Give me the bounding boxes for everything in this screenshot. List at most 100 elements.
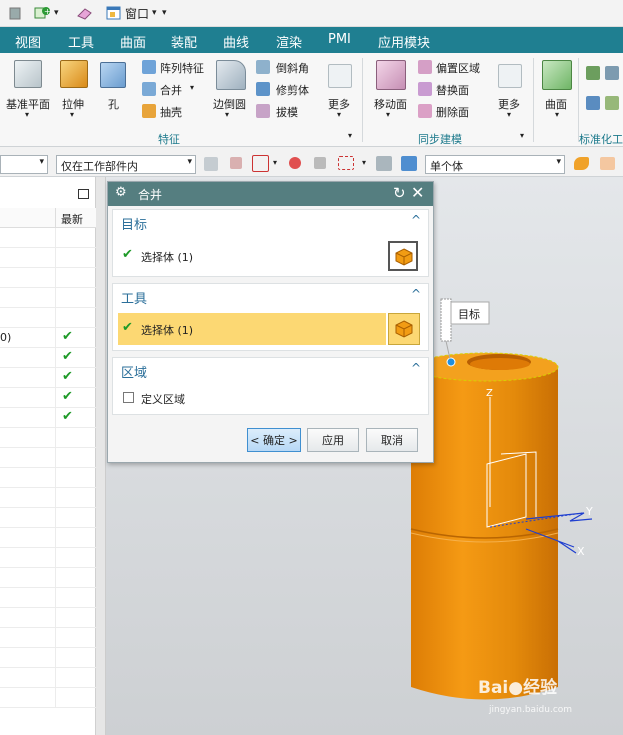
surface-icon[interactable]: [542, 60, 572, 90]
ok-button[interactable]: < 确定 >: [247, 428, 301, 452]
intersection-icon[interactable]: [289, 157, 301, 169]
table-row[interactable]: [0, 448, 96, 468]
reset-icon[interactable]: ↻: [393, 184, 406, 202]
std-tool-1-icon[interactable]: [586, 66, 600, 80]
table-row[interactable]: [0, 488, 96, 508]
tool-select-row[interactable]: ✔ 选择体 (1): [118, 313, 386, 345]
table-row[interactable]: [0, 288, 96, 308]
table-row[interactable]: [0, 568, 96, 588]
close-icon[interactable]: ✕: [411, 183, 424, 202]
table-row[interactable]: [0, 628, 96, 648]
menu-view[interactable]: 视图: [15, 32, 41, 51]
table-row[interactable]: [0, 548, 96, 568]
more-features-icon[interactable]: [328, 64, 352, 88]
edge-blend-button[interactable]: 边倒圆: [213, 96, 246, 112]
table-row[interactable]: [0, 508, 96, 528]
more-sync-icon[interactable]: [498, 64, 522, 88]
apply-button[interactable]: 应用: [307, 428, 359, 452]
table-row[interactable]: [0, 648, 96, 668]
table-row[interactable]: [0, 268, 96, 288]
table-row[interactable]: [0, 468, 96, 488]
table-row[interactable]: ✔: [0, 348, 96, 368]
hole-button[interactable]: 孔: [108, 96, 119, 112]
target-select-body[interactable]: 选择体 (1): [141, 249, 193, 265]
tool-section-header[interactable]: 工具: [121, 288, 147, 307]
table-row[interactable]: [0, 308, 96, 328]
trim-body-button[interactable]: 修剪体: [276, 82, 309, 98]
cancel-button[interactable]: 取消: [366, 428, 418, 452]
collapse-tool-icon[interactable]: ^: [411, 287, 421, 301]
table-row[interactable]: [0, 228, 96, 248]
collapse-region-icon[interactable]: ^: [411, 361, 421, 375]
maximize-icon[interactable]: [78, 189, 89, 199]
define-region-checkbox[interactable]: [123, 392, 134, 403]
add-component-icon[interactable]: + ▾: [34, 5, 59, 21]
replace-face-button[interactable]: 替换面: [436, 82, 469, 98]
table-row[interactable]: ✔: [0, 388, 96, 408]
menu-pmi[interactable]: PMI: [328, 32, 351, 47]
body-filter-combo[interactable]: 单个体 ▾: [425, 155, 565, 174]
draft-button[interactable]: 拔模: [276, 104, 298, 120]
pattern-feature-button[interactable]: 阵列特征: [160, 60, 204, 76]
std-tool-4-icon[interactable]: [605, 96, 619, 110]
edge-blend-icon[interactable]: [216, 60, 246, 90]
table-row[interactable]: [0, 588, 96, 608]
table-row[interactable]: ✔: [0, 368, 96, 388]
arrow-select-icon[interactable]: [600, 157, 615, 170]
menu-surface[interactable]: 曲面: [120, 32, 146, 51]
menu-tools[interactable]: 工具: [68, 32, 94, 51]
window-menu[interactable]: 窗口 ▾: [106, 5, 157, 21]
menu-curve[interactable]: 曲线: [223, 32, 249, 51]
table-row[interactable]: [0, 428, 96, 448]
rectangle-select-icon[interactable]: [338, 156, 354, 170]
trim-body-icon: [256, 82, 270, 96]
scope-filter-combo[interactable]: 仅在工作部件内 ▾: [56, 155, 196, 174]
unite-button[interactable]: 合并: [160, 82, 182, 98]
resize-strip[interactable]: [96, 177, 106, 735]
move-face-button[interactable]: 移动面: [374, 96, 407, 112]
table-row[interactable]: [0, 608, 96, 628]
target-select-button[interactable]: [388, 241, 418, 271]
offset-region-button[interactable]: 偏置区域: [436, 60, 480, 76]
extrude-icon[interactable]: [60, 60, 88, 88]
eraser-select-icon[interactable]: [376, 156, 392, 171]
watermark-site: jingyan.baidu.com: [489, 705, 573, 715]
point-icon[interactable]: [230, 157, 242, 169]
table-row[interactable]: [0, 668, 96, 688]
ribbon: [0, 53, 623, 147]
lasso-icon[interactable]: [314, 157, 326, 169]
column-latest[interactable]: 最新: [61, 211, 83, 227]
gear-icon[interactable]: ⚙: [115, 185, 127, 200]
snap-icon[interactable]: [204, 157, 218, 171]
target-tag: 目标: [458, 307, 480, 321]
type-filter-combo[interactable]: ▾: [0, 155, 48, 174]
customize-dropdown[interactable]: ▾: [162, 5, 167, 21]
hole-icon[interactable]: [100, 62, 126, 88]
table-row[interactable]: ✔: [0, 408, 96, 428]
menu-render[interactable]: 渲染: [276, 32, 302, 51]
paste-icon[interactable]: [8, 5, 22, 21]
region-section-header[interactable]: 区域: [121, 362, 147, 381]
table-row[interactable]: [0, 248, 96, 268]
tool-select-button[interactable]: [388, 313, 420, 345]
eraser-icon[interactable]: [76, 5, 94, 21]
menu-applications[interactable]: 应用模块: [378, 32, 430, 51]
datum-plane-icon[interactable]: [14, 60, 42, 88]
std-tool-2-icon[interactable]: [586, 96, 600, 110]
select-intent-icon[interactable]: [252, 155, 269, 172]
solid-body-icon[interactable]: [401, 156, 417, 171]
shell-button[interactable]: 抽壳: [160, 104, 182, 120]
chamfer-button[interactable]: 倒斜角: [276, 60, 309, 76]
table-row[interactable]: [0, 528, 96, 548]
std-tool-3-icon[interactable]: [605, 66, 619, 80]
collapse-target-icon[interactable]: ^: [411, 213, 421, 227]
face-select-icon[interactable]: [574, 157, 589, 170]
menu-assembly[interactable]: 装配: [171, 32, 197, 51]
delete-face-button[interactable]: 删除面: [436, 104, 469, 120]
table-row[interactable]: [0, 688, 96, 708]
menu-bar: 视图 工具 曲面 装配 曲线 渲染 PMI 应用模块: [0, 27, 623, 53]
target-section-header[interactable]: 目标: [121, 214, 147, 233]
table-row[interactable]: 0) ✔: [0, 328, 96, 348]
move-face-icon[interactable]: [376, 60, 406, 90]
target-check-icon: ✔: [122, 247, 133, 262]
